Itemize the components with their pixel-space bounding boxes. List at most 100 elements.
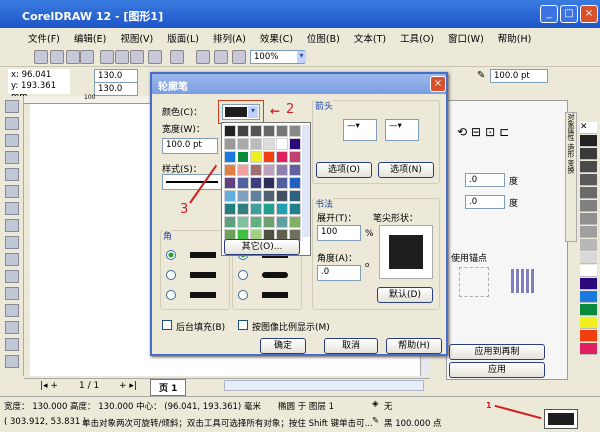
style-select[interactable] xyxy=(162,174,222,190)
palette-color[interactable] xyxy=(580,343,597,355)
tool-icon[interactable] xyxy=(5,321,19,334)
palette-color[interactable] xyxy=(580,226,597,238)
palette-color[interactable] xyxy=(580,317,597,329)
color-swatch[interactable] xyxy=(224,164,236,176)
start-arrow-select[interactable]: —▾ xyxy=(343,119,377,141)
color-swatch[interactable] xyxy=(276,164,288,176)
color-swatch[interactable] xyxy=(276,138,288,150)
color-swatch[interactable] xyxy=(224,151,236,163)
ok-button[interactable]: 确定 xyxy=(260,338,306,354)
color-swatch[interactable] xyxy=(224,177,236,189)
color-swatch[interactable] xyxy=(276,125,288,137)
menu-item[interactable]: 效果(C) xyxy=(260,31,293,45)
color-swatch[interactable] xyxy=(263,125,275,137)
palette-color[interactable] xyxy=(580,239,597,251)
palette-color[interactable] xyxy=(580,330,597,342)
color-swatch[interactable] xyxy=(224,216,236,228)
angle-field[interactable]: .0 xyxy=(317,265,361,281)
behind-fill-checkbox[interactable] xyxy=(162,320,172,330)
toolbar-button-icon[interactable] xyxy=(170,50,184,64)
color-swatch[interactable] xyxy=(250,164,262,176)
toolbar-button-icon[interactable] xyxy=(100,50,114,64)
color-swatch[interactable] xyxy=(263,177,275,189)
color-swatch[interactable] xyxy=(289,138,301,150)
toolbar-button-icon[interactable] xyxy=(34,50,48,64)
palette-color[interactable]: ✕ xyxy=(580,122,597,134)
palette-color[interactable] xyxy=(580,161,597,173)
palette-color[interactable] xyxy=(580,291,597,303)
color-swatch[interactable] xyxy=(263,190,275,202)
color-swatch[interactable] xyxy=(237,125,249,137)
color-swatch[interactable] xyxy=(250,177,262,189)
minimize-button[interactable]: _ xyxy=(540,5,558,23)
tool-icon[interactable] xyxy=(5,355,19,368)
anchor-grid[interactable] xyxy=(459,267,489,297)
color-swatch[interactable] xyxy=(289,151,301,163)
menu-item[interactable]: 帮助(H) xyxy=(498,31,532,45)
tool-icon[interactable] xyxy=(5,287,19,300)
color-swatch[interactable] xyxy=(224,125,236,137)
color-swatch[interactable] xyxy=(289,216,301,228)
palette-color[interactable] xyxy=(580,148,597,160)
color-swatch[interactable] xyxy=(237,138,249,150)
palette-color[interactable] xyxy=(580,278,597,290)
color-swatch[interactable] xyxy=(237,216,249,228)
palette-color[interactable] xyxy=(580,135,597,147)
corner-radio[interactable] xyxy=(166,250,176,260)
color-swatch[interactable] xyxy=(263,151,275,163)
last-page-button[interactable]: + ▸| xyxy=(119,381,137,391)
color-swatch[interactable] xyxy=(276,203,288,215)
maximize-button[interactable]: □ xyxy=(560,5,578,23)
toolbar-button-icon[interactable] xyxy=(130,50,144,64)
menu-item[interactable]: 编辑(E) xyxy=(74,31,106,45)
color-swatch[interactable] xyxy=(263,164,275,176)
palette-color[interactable] xyxy=(580,174,597,186)
color-swatch[interactable] xyxy=(250,190,262,202)
cap-radio[interactable] xyxy=(238,290,248,300)
angle-field-2[interactable]: .0 xyxy=(465,195,505,209)
color-swatch[interactable] xyxy=(224,190,236,202)
menu-item[interactable]: 工具(O) xyxy=(400,31,434,45)
width-select[interactable]: 100.0 pt xyxy=(162,138,218,154)
toolbar-button-icon[interactable] xyxy=(148,50,162,64)
menu-item[interactable]: 版面(L) xyxy=(167,31,199,45)
tool-icon[interactable] xyxy=(5,100,19,113)
tool-icon[interactable] xyxy=(5,151,19,164)
cancel-button[interactable]: 取消 xyxy=(324,338,378,354)
tool-icon[interactable] xyxy=(5,270,19,283)
scale-with-image-checkbox[interactable] xyxy=(238,320,248,330)
page-tab[interactable]: 页 1 xyxy=(150,379,187,396)
height-field[interactable]: 130.0 mm xyxy=(94,82,138,105)
tool-icon[interactable] xyxy=(5,202,19,215)
help-button[interactable]: 帮助(H) xyxy=(386,338,442,354)
color-swatch[interactable] xyxy=(237,177,249,189)
color-swatch[interactable] xyxy=(237,190,249,202)
tool-icon[interactable] xyxy=(5,219,19,232)
color-swatch[interactable] xyxy=(250,138,262,150)
color-swatch[interactable] xyxy=(224,138,236,150)
horizontal-scrollbar[interactable] xyxy=(224,380,424,391)
corner-radio[interactable] xyxy=(166,270,176,280)
color-swatch[interactable] xyxy=(263,138,275,150)
tool-icon[interactable] xyxy=(5,338,19,351)
nib-shape-preview[interactable] xyxy=(379,225,433,279)
palette-scrollbar[interactable] xyxy=(302,125,310,237)
palette-color[interactable] xyxy=(580,265,597,277)
color-picker-button[interactable]: ▾ xyxy=(222,104,260,120)
docker-tabs[interactable]: 对象属性 造形 变换 xyxy=(565,112,577,242)
first-page-button[interactable]: |◂ + xyxy=(40,381,58,391)
color-swatch[interactable] xyxy=(276,177,288,189)
color-swatch[interactable] xyxy=(276,151,288,163)
palette-color[interactable] xyxy=(580,304,597,316)
palette-color[interactable] xyxy=(580,252,597,264)
tool-icon[interactable] xyxy=(5,304,19,317)
tool-icon[interactable] xyxy=(5,117,19,130)
color-swatch[interactable] xyxy=(237,164,249,176)
tool-icon[interactable] xyxy=(5,253,19,266)
angle-field-1[interactable]: .0 xyxy=(465,173,505,187)
color-swatch[interactable] xyxy=(263,216,275,228)
cap-radio[interactable] xyxy=(238,270,248,280)
color-swatch[interactable] xyxy=(289,203,301,215)
palette-color[interactable] xyxy=(580,200,597,212)
default-button[interactable]: 默认(D) xyxy=(377,287,433,303)
